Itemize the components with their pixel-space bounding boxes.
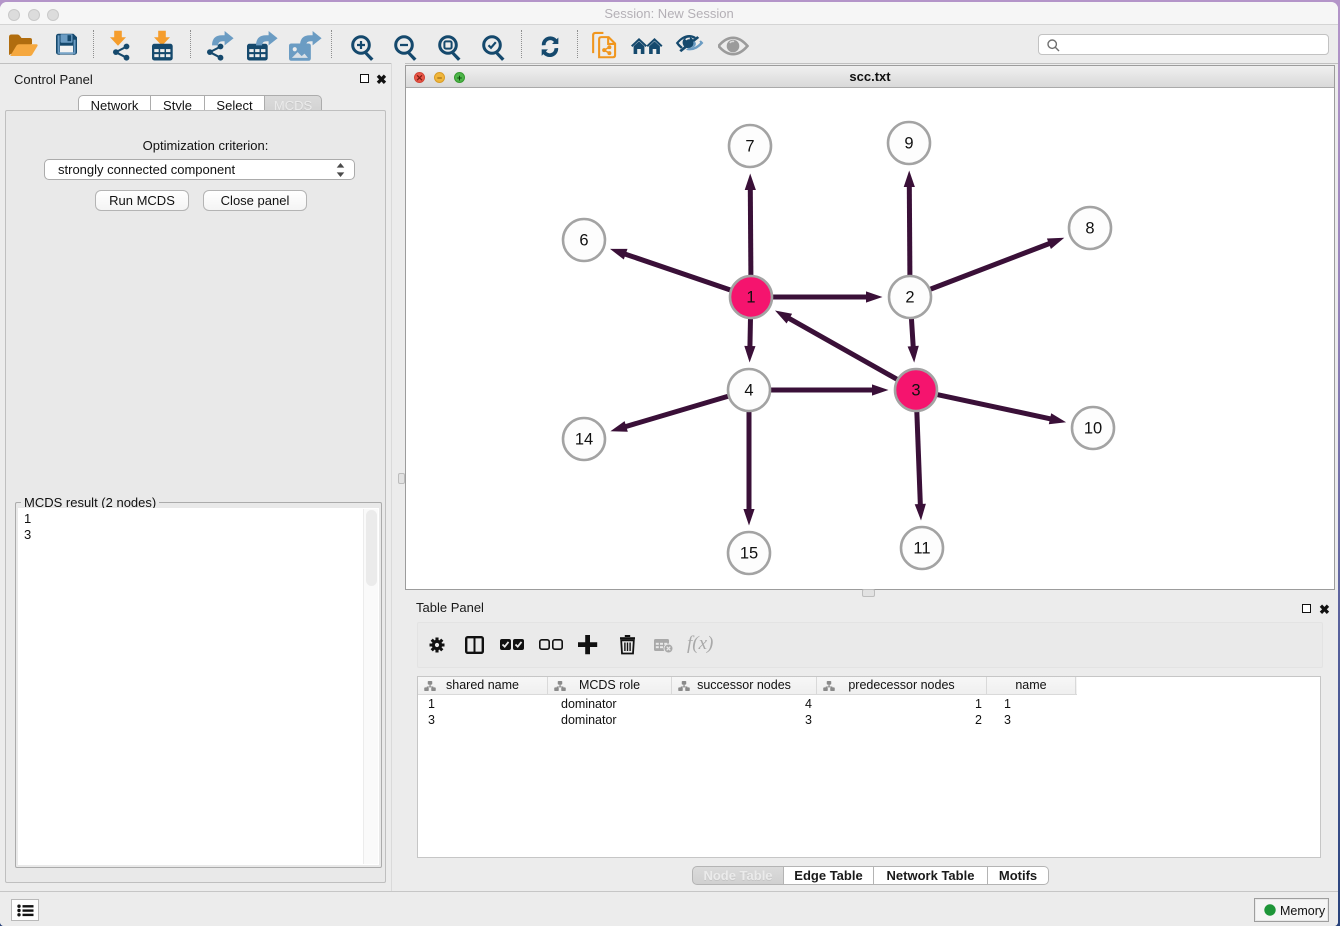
svg-text:3: 3 bbox=[911, 382, 920, 400]
svg-text:8: 8 bbox=[1085, 220, 1094, 238]
svg-text:15: 15 bbox=[740, 545, 758, 563]
svg-text:14: 14 bbox=[575, 431, 593, 449]
svg-text:1: 1 bbox=[746, 289, 755, 307]
svg-text:9: 9 bbox=[904, 135, 913, 153]
svg-text:4: 4 bbox=[744, 382, 753, 400]
svg-text:10: 10 bbox=[1084, 420, 1102, 438]
svg-text:7: 7 bbox=[745, 138, 754, 156]
svg-text:2: 2 bbox=[905, 289, 914, 307]
svg-text:6: 6 bbox=[579, 232, 588, 250]
svg-text:11: 11 bbox=[913, 540, 930, 558]
